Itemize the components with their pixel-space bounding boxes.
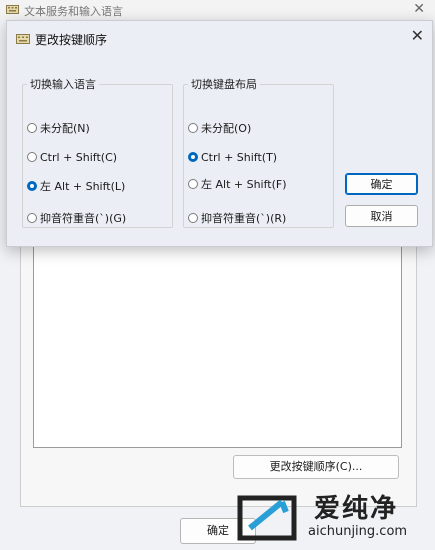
radio-button-selected[interactable] xyxy=(188,152,198,162)
background-window-title: 文本服务和输入语言 xyxy=(24,5,123,18)
keyboard-icon xyxy=(6,5,19,14)
radio-button[interactable] xyxy=(188,213,198,223)
radio-label: 未分配(N) xyxy=(40,122,90,135)
background-titlebar: 文本服务和输入语言 ✕ xyxy=(0,0,435,20)
radio-layout-unassigned[interactable]: 未分配(O) xyxy=(188,120,251,136)
radio-language-left-alt-shift[interactable]: 左 Alt + Shift(L) xyxy=(27,178,125,194)
radio-label: 左 Alt + Shift(F) xyxy=(201,178,287,191)
close-icon[interactable]: ✕ xyxy=(411,26,424,45)
radio-layout-ctrl-shift[interactable]: Ctrl + Shift(T) xyxy=(188,149,277,165)
switch-keyboard-layout-group: 切换键盘布局 未分配(O) Ctrl + Shift(T) 左 Alt + Sh… xyxy=(183,76,334,228)
radio-label: Ctrl + Shift(T) xyxy=(201,150,278,164)
radio-label: 抑音符重音(`)(R) xyxy=(201,212,287,225)
group-legend: 切换键盘布局 xyxy=(191,78,257,91)
radio-label: Ctrl + Shift(C) xyxy=(40,150,118,164)
change-key-sequence-button[interactable]: 更改按键顺序(C)... xyxy=(233,455,399,479)
watermark: 爱纯净 aichunjing.com xyxy=(230,488,430,546)
radio-language-ctrl-shift[interactable]: Ctrl + Shift(C) xyxy=(27,149,117,165)
dialog-title: 更改按键顺序 xyxy=(35,33,108,47)
cancel-button[interactable]: 取消 xyxy=(345,205,418,227)
brand-logo-icon xyxy=(237,495,297,541)
radio-layout-grave-accent[interactable]: 抑音符重音(`)(R) xyxy=(188,210,286,226)
radio-label: 未分配(O) xyxy=(201,122,252,135)
radio-button[interactable] xyxy=(27,213,37,223)
radio-language-grave-accent[interactable]: 抑音符重音(`)(G) xyxy=(27,210,126,226)
radio-layout-left-alt-shift[interactable]: 左 Alt + Shift(F) xyxy=(188,176,287,192)
change-key-sequence-dialog: 更改按键顺序 ✕ 切换输入语言 未分配(N) Ctrl + Shift(C) 左… xyxy=(6,20,433,247)
radio-label: 左 Alt + Shift(L) xyxy=(40,180,126,193)
radio-language-unassigned[interactable]: 未分配(N) xyxy=(27,120,90,136)
radio-button[interactable] xyxy=(188,179,198,189)
radio-button[interactable] xyxy=(188,123,198,133)
ok-button[interactable]: 确定 xyxy=(345,173,418,195)
radio-button[interactable] xyxy=(27,152,37,162)
close-icon[interactable]: ✕ xyxy=(413,1,425,17)
watermark-brand: 爱纯净 xyxy=(314,494,399,524)
watermark-url: aichunjing.com xyxy=(308,524,408,539)
group-legend: 切换输入语言 xyxy=(30,78,96,91)
hotkey-list[interactable] xyxy=(33,243,402,448)
keyboard-icon xyxy=(16,34,30,44)
radio-button-selected[interactable] xyxy=(27,181,37,191)
switch-input-language-group: 切换输入语言 未分配(N) Ctrl + Shift(C) 左 Alt + Sh… xyxy=(22,76,173,228)
radio-label: 抑音符重音(`)(G) xyxy=(40,212,127,225)
radio-button[interactable] xyxy=(27,123,37,133)
